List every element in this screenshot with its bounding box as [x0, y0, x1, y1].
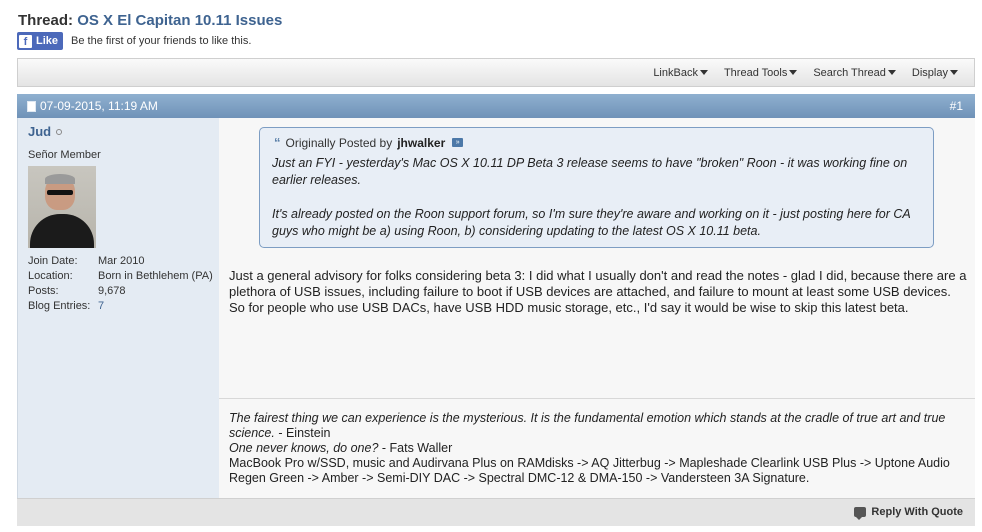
avatar[interactable]: [28, 166, 96, 248]
linkback-label: LinkBack: [653, 66, 698, 79]
reply-label: Reply With Quote: [871, 506, 963, 518]
chevron-down-icon: [950, 70, 958, 75]
chevron-down-icon: [789, 70, 798, 75]
signature-divider: [219, 398, 975, 399]
reply-with-quote-button[interactable]: Reply With Quote: [854, 506, 963, 520]
user-info-panel: Jud Señor Member Join Date: Mar 2010 Loc…: [17, 118, 219, 498]
document-icon: [27, 100, 36, 112]
thread-prefix: Thread:: [18, 12, 74, 29]
signature-quote-2: One never knows, do one? - Fats Waller: [229, 441, 969, 456]
search-thread-label: Search Thread: [813, 66, 886, 79]
stat-label: Join Date:: [28, 255, 78, 267]
user-title: Señor Member: [28, 149, 101, 161]
chevron-down-icon: [887, 70, 896, 75]
stat-value: Mar 2010: [98, 255, 145, 267]
thread-tools-label: Thread Tools: [723, 66, 788, 79]
quote-author: jhwalker: [397, 135, 446, 150]
facebook-icon: f: [19, 34, 32, 48]
user-stats: Join Date: Mar 2010 Location: Born in Be…: [28, 254, 218, 314]
search-thread-menu[interactable]: Search Thread: [813, 67, 896, 79]
stat-blog-entries: Blog Entries: 7: [28, 299, 218, 314]
reply-icon: [854, 507, 867, 520]
linkback-menu[interactable]: LinkBack: [653, 67, 708, 79]
facebook-like-row: f Like Be the first of your friends to l…: [17, 32, 251, 50]
signature-quote-author: - Fats Waller: [378, 441, 453, 455]
stat-value: Born in Bethlehem (PA): [98, 270, 213, 282]
quote-body: Just an FYI - yesterday's Mac OS X 10.11…: [272, 155, 922, 240]
facebook-like-button[interactable]: f Like: [17, 32, 64, 50]
quote-header: “ Originally Posted by jhwalker »: [274, 135, 464, 150]
stat-posts: Posts: 9,678: [28, 284, 218, 299]
username-link[interactable]: Jud: [28, 124, 51, 139]
stat-label: Posts:: [28, 285, 59, 297]
quote-paragraph: It's already posted on the Roon support …: [272, 207, 911, 238]
stat-value: 9,678: [98, 285, 126, 297]
facebook-like-label: Like: [36, 35, 59, 47]
thread-tools-menu[interactable]: Thread Tools: [723, 66, 798, 79]
display-label: Display: [911, 66, 948, 79]
signature-quote-text: The fairest thing we can experience is t…: [229, 411, 946, 440]
post-header: 07-09-2015, 11:19 AM #1: [17, 94, 975, 118]
stat-label: Location:: [28, 270, 73, 282]
post-message: Just a general advisory for folks consid…: [229, 268, 967, 315]
stat-join-date: Join Date: Mar 2010: [28, 254, 218, 269]
signature-system: MacBook Pro w/SSD, music and Audirvana P…: [229, 456, 950, 485]
thread-toolbar: LinkBack Thread Tools Search Thread Disp…: [17, 58, 975, 87]
signature-quote-text: One never knows, do one?: [229, 441, 379, 455]
post-date: 07-09-2015, 11:19 AM: [27, 99, 158, 113]
quote-box: “ Originally Posted by jhwalker » Just a…: [259, 127, 934, 248]
display-menu[interactable]: Display: [912, 67, 958, 79]
quote-prefix: Originally Posted by: [285, 135, 393, 150]
signature: The fairest thing we can experience is t…: [229, 411, 969, 486]
stat-label: Blog Entries:: [28, 300, 91, 312]
facebook-social-text: Be the first of your friends to like thi…: [71, 35, 252, 47]
post-number-link[interactable]: #1: [950, 99, 963, 113]
signature-quote-1: The fairest thing we can experience is t…: [229, 411, 969, 441]
quote-paragraph: Just an FYI - yesterday's Mac OS X 10.11…: [272, 156, 908, 187]
view-post-icon[interactable]: »: [452, 138, 464, 147]
stat-location: Location: Born in Bethlehem (PA): [28, 269, 218, 284]
thread-title-link[interactable]: OS X El Capitan 10.11 Issues: [77, 12, 282, 29]
chevron-down-icon: [699, 70, 708, 75]
quote-icon: “: [274, 135, 281, 150]
post-date-text: 07-09-2015, 11:19 AM: [40, 99, 158, 113]
blog-entries-link[interactable]: 7: [98, 299, 218, 314]
offline-status-icon: [56, 129, 62, 135]
post-footer: Reply With Quote: [17, 498, 975, 526]
signature-quote-author: - Einstein: [274, 426, 331, 440]
thread-title: Thread: OS X El Capitan 10.11 Issues: [18, 12, 282, 29]
post-content: “ Originally Posted by jhwalker » Just a…: [219, 118, 975, 498]
